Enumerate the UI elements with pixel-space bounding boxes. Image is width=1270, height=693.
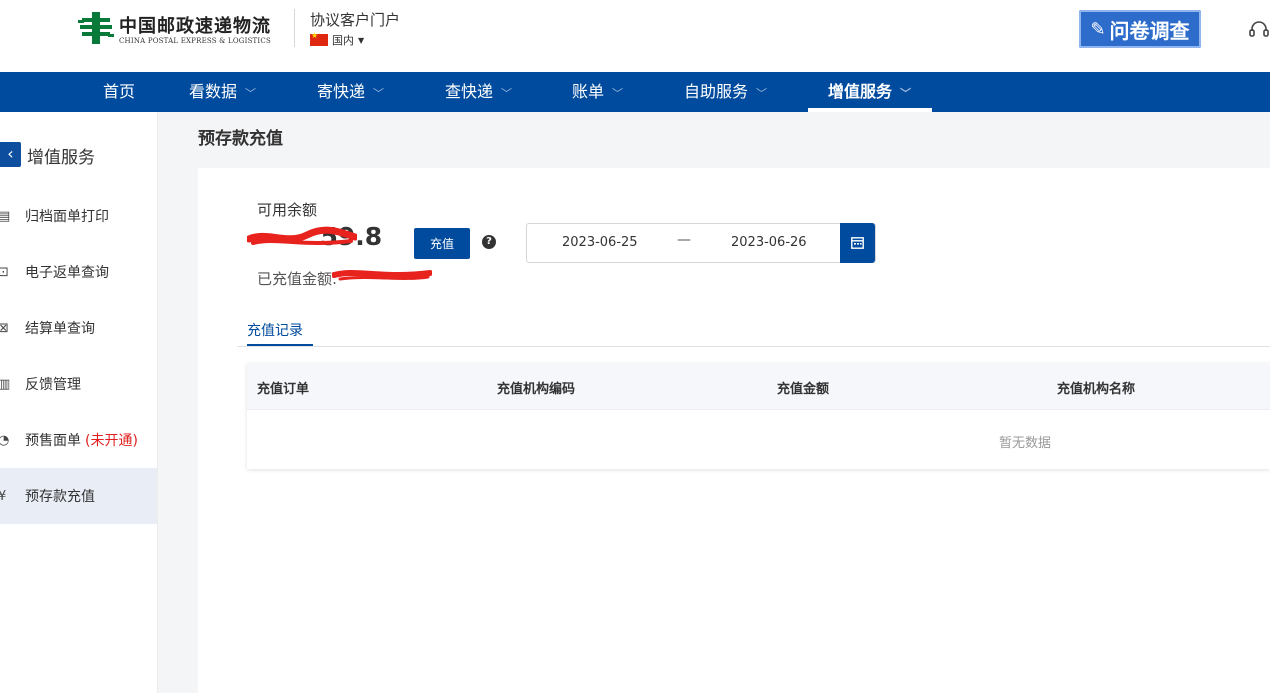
sidebar-item-presale[interactable]: ◔ 预售面单 (未开通) bbox=[0, 412, 157, 468]
nav-value-added[interactable]: 增值服务 ﹀ bbox=[828, 72, 911, 112]
redaction-scribble bbox=[332, 270, 432, 281]
header-divider bbox=[294, 9, 295, 47]
deposit-card: 可用余额 ¥ 059.8 充值 ? 已充值金额: 2023-06-25 — 20… bbox=[198, 168, 1270, 693]
sidebar-title: 增值服务 bbox=[27, 148, 95, 168]
top-header: 中国邮政速递物流 CHINA POSTAL EXPRESS & LOGISTIC… bbox=[0, 0, 1270, 72]
chevron-down-icon: ﹀ bbox=[501, 87, 513, 100]
sidebar-item-label: 结算单查询 bbox=[25, 321, 95, 337]
not-activated-note: (未开通) bbox=[85, 433, 138, 449]
table-header: 充值订单 充值机构编码 充值金额 充值机构名称 bbox=[247, 363, 1270, 410]
sidebar-item-label: 归档面单打印 bbox=[25, 209, 109, 225]
tab-recharge-records[interactable]: 充值记录 bbox=[247, 320, 303, 340]
logo-text-cn: 中国邮政速递物流 bbox=[119, 16, 271, 37]
sidebar-item-settlement[interactable]: ⊠ 结算单查询 bbox=[0, 300, 157, 356]
headset-icon bbox=[1249, 21, 1269, 37]
column-header: 充值机构名称 bbox=[1057, 382, 1136, 397]
tab-divider bbox=[237, 346, 1270, 347]
archive-print-icon: ▤ bbox=[0, 208, 11, 224]
chevron-down-icon: ﹀ bbox=[373, 87, 385, 100]
logo-text-en: CHINA POSTAL EXPRESS & LOGISTICS bbox=[119, 37, 271, 45]
calendar-button[interactable] bbox=[840, 223, 875, 263]
nav-label: 自助服务 bbox=[684, 82, 749, 101]
sidebar-item-deposit[interactable]: ¥ 预存款充值 bbox=[0, 468, 157, 524]
date-range-picker[interactable]: 2023-06-25 — 2023-06-26 bbox=[526, 223, 876, 263]
chevron-down-icon: ﹀ bbox=[245, 87, 257, 100]
nav-bill[interactable]: 账单 ﹀ bbox=[572, 72, 623, 112]
date-start-input[interactable]: 2023-06-25 bbox=[562, 235, 638, 250]
page-title: 预存款充值 bbox=[198, 129, 283, 149]
sidebar-item-label: 预存款充值 bbox=[25, 489, 95, 505]
date-separator: — bbox=[677, 232, 691, 248]
nav-send-express[interactable]: 寄快递 ﹀ bbox=[317, 72, 384, 112]
main-content: 预存款充值 可用余额 ¥ 059.8 充值 ? 已充值金额: 2023-06-2… bbox=[158, 112, 1270, 693]
calendar-icon bbox=[851, 237, 864, 249]
recharge-table: 充值订单 充值机构编码 充值金额 充值机构名称 暂无数据 bbox=[247, 363, 1270, 469]
date-end-input[interactable]: 2023-06-26 bbox=[731, 235, 807, 250]
back-chevron-icon[interactable]: ‹ bbox=[0, 142, 21, 167]
chevron-down-icon: ﹀ bbox=[900, 87, 912, 100]
redaction-scribble bbox=[247, 226, 357, 245]
chevron-down-icon: ﹀ bbox=[612, 87, 624, 100]
deposit-icon: ¥ bbox=[0, 488, 7, 504]
customer-service-icon[interactable] bbox=[1247, 18, 1270, 42]
china-post-logo-icon bbox=[78, 12, 114, 44]
caret-down-icon: ▼ bbox=[358, 35, 365, 45]
sidebar-item-label: 预售面单 bbox=[25, 433, 81, 449]
balance-label: 可用余额 bbox=[257, 201, 318, 219]
nav-label: 首页 bbox=[103, 82, 136, 101]
sidebar-item-label: 反馈管理 bbox=[25, 377, 81, 393]
sidebar-item-label: 电子返单查询 bbox=[25, 265, 109, 281]
recharge-button[interactable]: 充值 bbox=[414, 228, 470, 259]
return-receipt-icon: ⊡ bbox=[0, 264, 9, 280]
nav-home[interactable]: 首页 bbox=[103, 72, 135, 112]
portal-title: 协议客户门户 bbox=[310, 11, 401, 29]
recharged-label: 已充值金额: bbox=[257, 270, 338, 288]
nav-data[interactable]: 看数据 ﹀ bbox=[189, 72, 256, 112]
sidebar-item-archive-print[interactable]: ▤ 归档面单打印 bbox=[0, 188, 157, 244]
settlement-icon: ⊠ bbox=[0, 320, 9, 336]
survey-label: 问卷调查 bbox=[1109, 18, 1190, 43]
nav-self-service[interactable]: 自助服务 ﹀ bbox=[684, 72, 767, 112]
sidebar-item-feedback[interactable]: ▥ 反馈管理 bbox=[0, 356, 157, 412]
sidebar: ‹ 增值服务 ▤ 归档面单打印 ⊡ 电子返单查询 ⊠ 结算单查询 ▥ 反馈管理 … bbox=[0, 112, 158, 693]
china-post-logo[interactable]: 中国邮政速递物流 CHINA POSTAL EXPRESS & LOGISTIC… bbox=[78, 10, 288, 50]
presale-icon: ◔ bbox=[0, 432, 10, 448]
nav-label: 账单 bbox=[572, 82, 605, 101]
chevron-down-icon: ﹀ bbox=[756, 87, 768, 100]
edit-icon: ✎ bbox=[1090, 18, 1106, 40]
column-header: 充值金额 bbox=[777, 382, 830, 397]
nav-label: 寄快递 bbox=[317, 82, 366, 101]
column-header: 充值订单 bbox=[257, 382, 310, 397]
help-icon[interactable]: ? bbox=[482, 235, 496, 249]
nav-label: 查快递 bbox=[445, 82, 494, 101]
region-selector[interactable]: 国内 ▼ bbox=[310, 31, 365, 48]
empty-state: 暂无数据 bbox=[999, 436, 1052, 451]
china-flag-icon bbox=[310, 31, 328, 46]
region-label: 国内 bbox=[332, 34, 354, 47]
sidebar-item-return-receipt[interactable]: ⊡ 电子返单查询 bbox=[0, 244, 157, 300]
column-header: 充值机构编码 bbox=[497, 382, 576, 397]
nav-track-express[interactable]: 查快递 ﹀ bbox=[445, 72, 512, 112]
nav-label: 增值服务 bbox=[828, 82, 893, 101]
recharged-amount: 已充值金额: bbox=[257, 268, 337, 289]
main-nav: 首页 看数据 ﹀ 寄快递 ﹀ 查快递 ﹀ 账单 ﹀ 自助服务 ﹀ 增值服务 ﹀ bbox=[0, 72, 1270, 112]
feedback-icon: ▥ bbox=[0, 376, 11, 392]
survey-button[interactable]: ✎ 问卷调查 bbox=[1079, 10, 1201, 48]
nav-label: 看数据 bbox=[189, 82, 238, 101]
